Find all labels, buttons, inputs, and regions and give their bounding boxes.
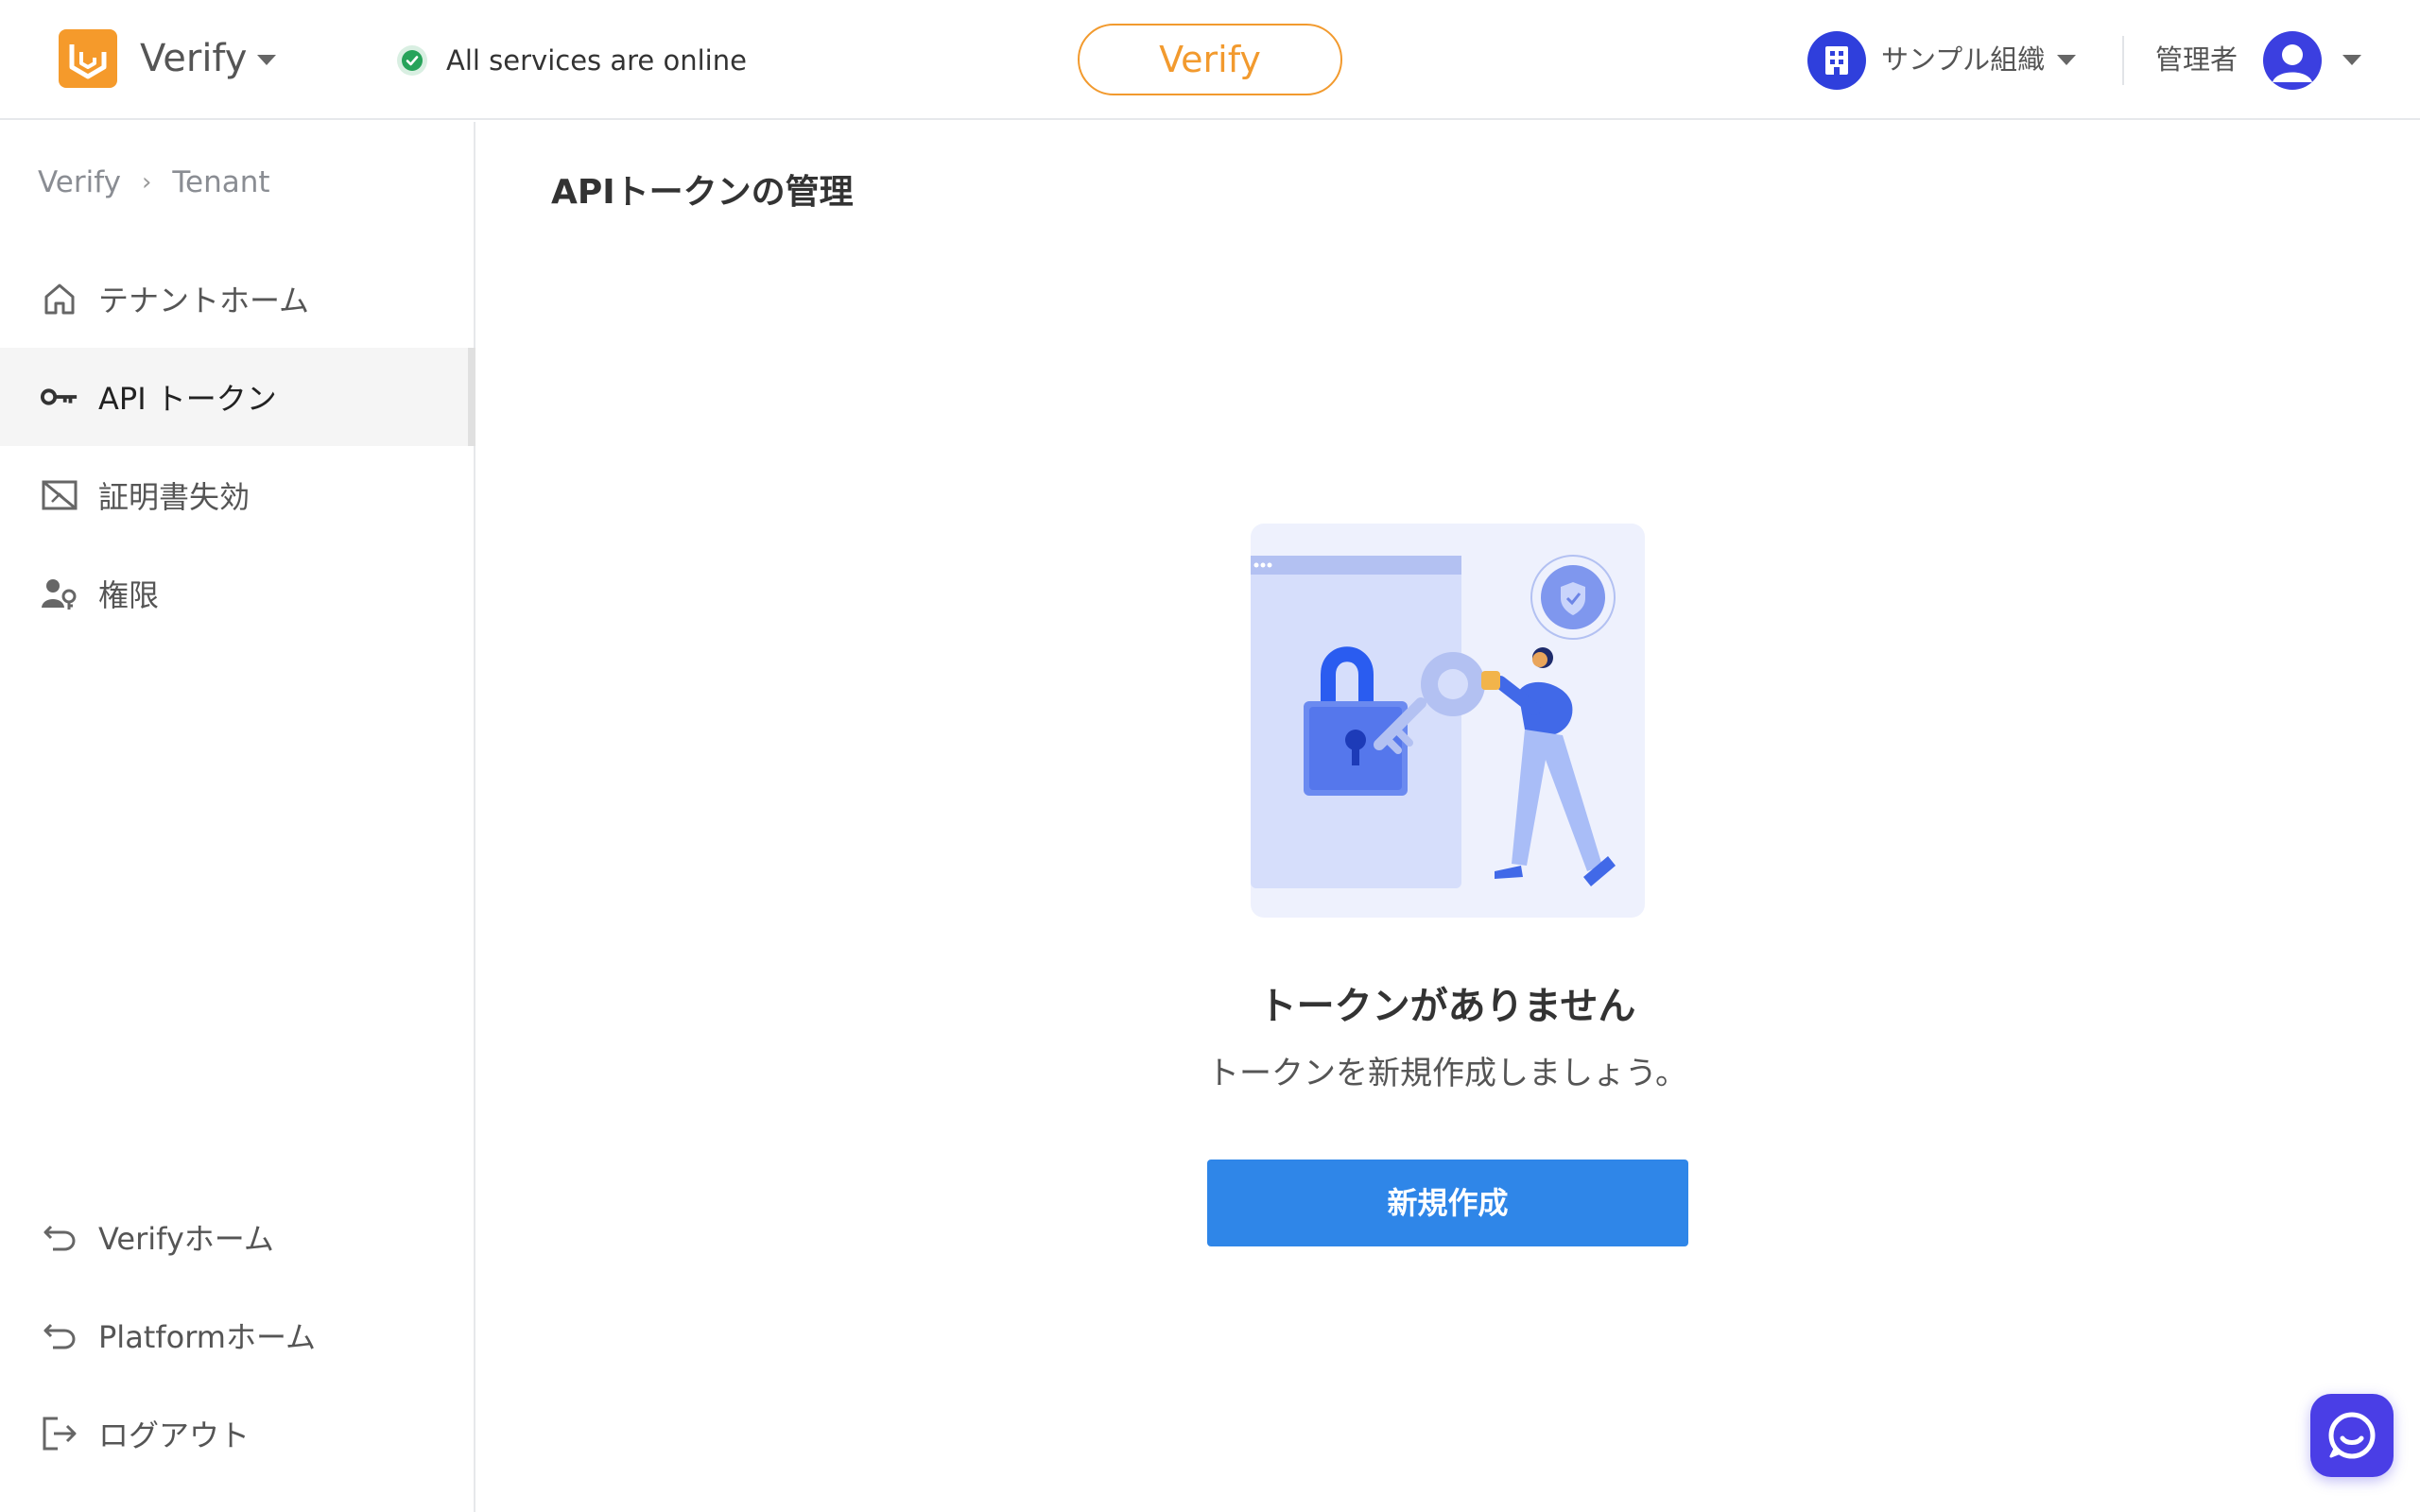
page-title: APIトークンの管理 — [551, 173, 854, 212]
undo-arrow-icon — [40, 1217, 79, 1257]
breadcrumb-item-tenant[interactable]: Tenant — [172, 165, 269, 199]
sidebar-item-label: Platformホーム — [98, 1319, 316, 1355]
header-divider — [2122, 36, 2124, 85]
certificate-revoke-icon — [40, 475, 79, 515]
sidebar-item-label: Verifyホーム — [98, 1221, 274, 1257]
chat-support-button[interactable] — [2310, 1394, 2394, 1477]
empty-state-title: トークンがありません — [1258, 985, 1636, 1028]
user-permission-icon — [40, 574, 79, 613]
sidebar: Verify › Tenant テナントホーム API トークン 証明書失効 権… — [0, 122, 475, 1512]
verify-logo-icon[interactable] — [59, 29, 117, 88]
key-icon — [40, 377, 79, 417]
sidebar-item-label: テナントホーム — [98, 283, 310, 318]
service-status: All services are online — [397, 42, 747, 79]
status-text: All services are online — [446, 44, 747, 77]
sidebar-item-permissions[interactable]: 権限 — [0, 544, 475, 643]
sidebar-item-platform-home[interactable]: Platformホーム — [0, 1286, 475, 1384]
product-pill-button[interactable]: Verify — [1078, 24, 1342, 95]
home-icon — [40, 279, 79, 318]
user-menu-chevron-down-icon[interactable] — [2342, 55, 2361, 65]
status-check-icon — [397, 45, 427, 76]
breadcrumb-item-verify[interactable]: Verify — [38, 165, 121, 199]
app-switcher[interactable]: Verify — [140, 32, 247, 85]
top-header: Verify All services are online Verify サン… — [0, 0, 2420, 120]
app-switcher-chevron-down-icon[interactable] — [257, 55, 276, 65]
empty-state-subtitle: トークンを新規作成しましょう。 — [1207, 1055, 1687, 1092]
logout-icon — [40, 1414, 79, 1453]
user-avatar-icon[interactable] — [2263, 31, 2322, 90]
breadcrumb-chevron-right-icon: › — [141, 168, 152, 197]
organization-building-icon[interactable] — [1807, 31, 1866, 90]
organization-switcher[interactable]: サンプル組織 — [1881, 38, 2045, 81]
sidebar-item-label: 権限 — [98, 577, 160, 613]
sidebar-item-label: 証明書失効 — [98, 479, 251, 515]
sidebar-item-certificate-revocation[interactable]: 証明書失効 — [0, 446, 475, 544]
chat-bubble-icon — [2328, 1412, 2376, 1459]
empty-state-illustration — [1251, 524, 1645, 918]
sidebar-item-logout[interactable]: ログアウト — [0, 1384, 475, 1483]
undo-arrow-icon — [40, 1315, 79, 1355]
sidebar-item-label: ログアウト — [98, 1418, 251, 1453]
organization-chevron-down-icon[interactable] — [2057, 55, 2076, 65]
user-role-label: 管理者 — [2155, 43, 2238, 76]
sidebar-item-label: API トークン — [98, 381, 277, 417]
create-token-button[interactable]: 新規作成 — [1207, 1160, 1688, 1246]
sidebar-item-verify-home[interactable]: Verifyホーム — [0, 1188, 475, 1286]
breadcrumb: Verify › Tenant — [38, 165, 270, 199]
sidebar-item-tenant-home[interactable]: テナントホーム — [0, 249, 475, 348]
sidebar-item-api-token[interactable]: API トークン — [0, 348, 475, 446]
